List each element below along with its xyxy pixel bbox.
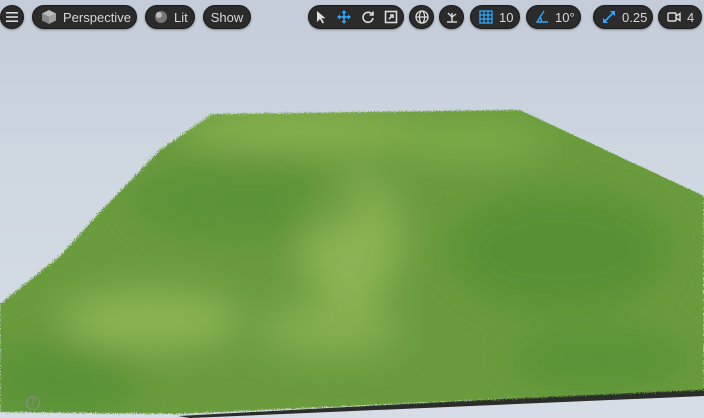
scale-icon bbox=[384, 10, 398, 24]
select-arrow-icon bbox=[315, 10, 327, 24]
rotation-snap-icon bbox=[535, 10, 549, 24]
surface-snap-icon bbox=[445, 10, 459, 24]
grid-snap-icon bbox=[479, 10, 493, 24]
rotation-snap-value: 10° bbox=[555, 9, 575, 25]
grass-plane bbox=[0, 110, 704, 414]
translate-icon bbox=[337, 10, 352, 24]
show-label: Show bbox=[210, 9, 244, 25]
view-mode-label: Perspective bbox=[63, 9, 131, 25]
translate-tool-button[interactable] bbox=[333, 6, 357, 28]
scale-snap-value: 0.25 bbox=[622, 9, 648, 25]
rotation-snap-button[interactable]: 10° bbox=[526, 5, 581, 29]
menu-icon bbox=[6, 12, 18, 22]
rotate-icon bbox=[361, 10, 375, 24]
scale-snap-icon bbox=[602, 10, 616, 24]
lit-sphere-icon bbox=[154, 10, 168, 24]
show-flags-button[interactable]: Show bbox=[203, 5, 251, 29]
scale-tool-button[interactable] bbox=[380, 6, 404, 28]
scale-snap-button[interactable]: 0.25 bbox=[593, 5, 653, 29]
world-local-toggle[interactable] bbox=[409, 5, 434, 29]
grid-snap-button[interactable]: 10 bbox=[470, 5, 520, 29]
viewport-menu-button[interactable] bbox=[0, 5, 24, 29]
lighting-mode-button[interactable]: Lit bbox=[145, 5, 195, 29]
rotate-tool-button[interactable] bbox=[356, 6, 380, 28]
camera-speed-icon bbox=[667, 11, 681, 23]
viewport-scene[interactable] bbox=[0, 0, 704, 418]
transform-tools-group bbox=[308, 5, 404, 29]
grid-snap-value: 10 bbox=[499, 9, 514, 25]
help-icon[interactable]: ? bbox=[26, 396, 40, 410]
perspective-cube-icon bbox=[41, 9, 57, 25]
surface-snap-button[interactable] bbox=[439, 5, 464, 29]
camera-speed-value: 4 bbox=[687, 9, 695, 25]
camera-speed-button[interactable]: 4 bbox=[658, 5, 702, 29]
lighting-label: Lit bbox=[174, 9, 188, 25]
select-tool-button[interactable] bbox=[309, 6, 333, 28]
view-mode-button[interactable]: Perspective bbox=[32, 5, 137, 29]
world-local-icon bbox=[414, 10, 429, 24]
